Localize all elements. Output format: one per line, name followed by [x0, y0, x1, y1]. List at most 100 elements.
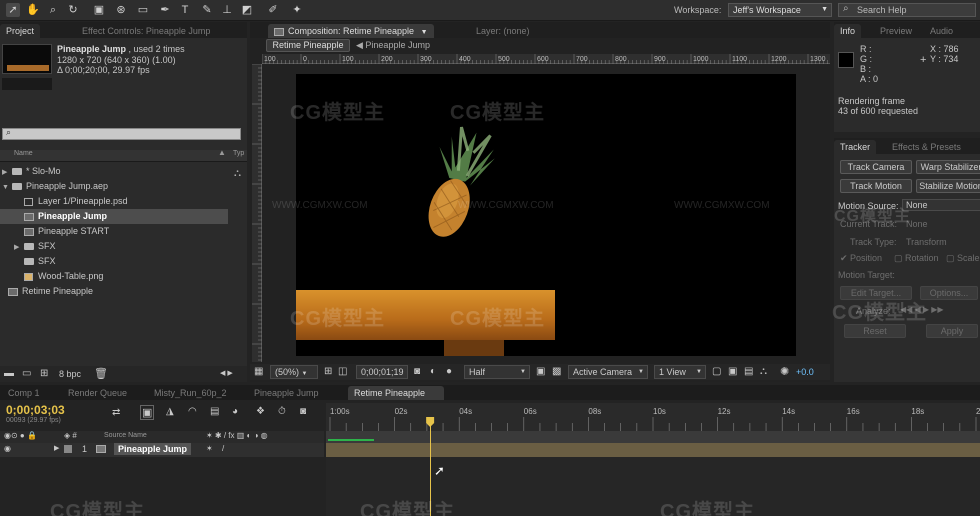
tab-effects-presets[interactable]: Effects & Presets [886, 140, 967, 154]
color-channel-icon[interactable]: ● [446, 366, 452, 377]
project-search-input[interactable]: ⌕ [2, 127, 241, 140]
timeline-tab[interactable]: Render Queue [62, 386, 140, 400]
exposure-icon[interactable]: ✺ [780, 365, 789, 378]
camera-view-dropdown[interactable]: Active Camera ▼ [568, 365, 648, 379]
flowchart-icon[interactable]: ⛬ [234, 168, 241, 179]
layer-name[interactable]: Pineapple Jump [114, 443, 192, 455]
draft-3d-icon[interactable]: ◮ [166, 406, 174, 417]
current-time[interactable]: 0;00;03;03 [6, 403, 65, 417]
camera-snapshot-icon[interactable]: ◙ [414, 366, 420, 377]
exposure-value[interactable]: +0.0 [796, 367, 814, 377]
list-item[interactable]: ▶ SFX [0, 239, 230, 254]
pan-behind-tool-icon[interactable]: ⊛ [114, 3, 128, 17]
rotation-tool-icon[interactable]: ↻ [66, 3, 80, 17]
motion-blur-icon[interactable]: ◕ [232, 406, 238, 417]
type-tool-icon[interactable]: T [178, 3, 192, 17]
current-time-display[interactable]: 0;00;01;19 [356, 365, 408, 379]
tab-project[interactable]: Project [0, 24, 41, 38]
always-preview-icon[interactable]: ▦ [254, 366, 263, 377]
expand-arrow-icon[interactable]: ▶ [2, 165, 12, 180]
scale-checkbox[interactable]: ▢ Scale [946, 253, 980, 264]
work-area-bar[interactable] [326, 431, 980, 443]
list-item[interactable]: Pineapple START [0, 224, 230, 239]
live-update-icon[interactable]: ▣ [140, 405, 155, 420]
puppet-tool-icon[interactable]: ✦ [290, 3, 304, 17]
reset-button[interactable]: Reset [844, 324, 906, 338]
visibility-icon[interactable]: ◉ [4, 444, 11, 453]
workspace-dropdown[interactable]: Jeff's Workspace ▼ [728, 3, 832, 17]
rotation-checkbox[interactable]: ▢ Rotation [894, 253, 939, 264]
timeline-tab[interactable]: Misty_Run_60p_2 [148, 386, 240, 400]
breadcrumb-next[interactable]: ◀ Pineapple Jump [356, 40, 430, 51]
list-item[interactable]: SFX [0, 254, 230, 269]
mask-visibility-icon[interactable]: ◫ [338, 366, 347, 377]
region-of-interest-icon[interactable]: ▣ [536, 366, 545, 377]
timeline-tab[interactable]: Pineapple Jump [248, 386, 340, 400]
tab-info[interactable]: Info [834, 24, 862, 38]
stabilize-motion-button[interactable]: Stabilize Motion [916, 179, 980, 193]
timeline-tab[interactable]: Comp 1 [2, 386, 54, 400]
magnification-dropdown[interactable]: (50%) ▼ [270, 365, 318, 379]
column-name[interactable]: Name [14, 150, 33, 157]
expand-arrow-icon[interactable]: ▶ [14, 240, 24, 255]
tab-audio[interactable]: Audio [924, 24, 959, 38]
toggle-pixel-aspect-icon[interactable]: ▢ [712, 366, 721, 377]
chevron-down-icon[interactable]: ▼ [421, 29, 428, 36]
label-color-chip[interactable] [64, 445, 72, 453]
clone-stamp-tool-icon[interactable]: ⊥ [220, 3, 234, 17]
collapse-transform-icon[interactable]: ✶ [206, 444, 213, 453]
list-item[interactable]: ▶ * Slo-Mo [0, 164, 230, 179]
flowchart-icon[interactable]: ⛬ [760, 366, 767, 377]
trash-icon[interactable]: 🗑 [94, 367, 108, 380]
graph-editor-icon[interactable]: ⏱ [278, 406, 286, 417]
pen-tool-icon[interactable]: ✒ [158, 3, 172, 17]
resolution-dropdown[interactable]: Half ▼ [464, 365, 530, 379]
list-item[interactable]: Layer 1/Pineapple.psd [0, 194, 230, 209]
bit-depth-button[interactable]: 8 bpc [59, 369, 81, 379]
tab-tracker[interactable]: Tracker [834, 140, 877, 154]
roto-brush-tool-icon[interactable]: ✐ [266, 3, 280, 17]
timeline-tab[interactable]: Retime Pineapple [348, 386, 444, 400]
time-ruler[interactable]: 1:00s 02s 04s 06s 08s 10s 12s 14s 16s 18s 20s [326, 403, 980, 431]
list-item[interactable]: Retime Pineapple [0, 284, 230, 299]
options-button[interactable]: Options... [920, 286, 978, 300]
list-item[interactable]: Wood-Table.png [0, 269, 230, 284]
comp-mini-flowchart-icon[interactable]: ⇄ [112, 407, 120, 418]
track-motion-button[interactable]: Track Motion [840, 179, 912, 193]
position-checkbox[interactable]: ✔ Position [840, 253, 882, 264]
new-composition-icon[interactable]: ⊞ [40, 368, 48, 379]
timeline-icon[interactable]: ▤ [744, 366, 753, 377]
fast-previews-icon[interactable]: ▣ [728, 366, 737, 377]
hand-tool-icon[interactable]: ✋ [26, 3, 40, 17]
breadcrumb-active[interactable]: Retime Pineapple [266, 39, 350, 52]
scroll-right-icon[interactable]: ◀ ▶ [220, 369, 233, 377]
keyframe-icon[interactable]: ◙ [300, 406, 306, 417]
frame-blending-icon[interactable]: ▤ [210, 406, 219, 417]
list-item[interactable]: ▼ Pineapple Jump.aep [0, 179, 230, 194]
selection-tool-icon[interactable]: ➚ [6, 3, 20, 17]
search-help-input[interactable]: ⌕ Search Help [838, 3, 976, 17]
shy-layers-icon[interactable]: ◠ [188, 406, 197, 417]
transparency-grid-icon[interactable]: ▩ [552, 366, 561, 377]
interpret-footage-icon[interactable]: ▬ [4, 368, 14, 379]
eraser-tool-icon[interactable]: ◩ [240, 3, 254, 17]
tab-effect-controls[interactable]: Effect Controls: Pineapple Jump [76, 24, 216, 38]
expand-arrow-icon[interactable]: ▶ [54, 444, 59, 452]
camera-tool-icon[interactable]: ▣ [92, 3, 106, 17]
column-source-name[interactable]: Source Name [104, 432, 147, 439]
layer-row[interactable]: ◉ ▶ 1 Pineapple Jump ✶ / [0, 443, 324, 457]
tab-layer[interactable]: Layer: (none) [470, 24, 536, 38]
sort-arrow-icon[interactable]: ▲ [218, 148, 226, 157]
tab-preview[interactable]: Preview [874, 24, 918, 38]
grid-icon[interactable]: ⊞ [324, 366, 332, 377]
quality-icon[interactable]: / [222, 444, 224, 453]
mask-tool-icon[interactable]: ▭ [136, 3, 150, 17]
brush-tool-icon[interactable]: ✎ [200, 3, 214, 17]
new-folder-icon[interactable]: ▭ [22, 368, 31, 379]
layer-duration-bar[interactable] [326, 443, 980, 457]
zoom-tool-icon[interactable]: ⌕ [46, 3, 60, 17]
brainstorm-icon[interactable]: ❖ [256, 406, 265, 417]
track-camera-button[interactable]: Track Camera [840, 160, 912, 174]
column-type[interactable]: Typ [233, 150, 244, 157]
view-layout-dropdown[interactable]: 1 View ▼ [654, 365, 706, 379]
